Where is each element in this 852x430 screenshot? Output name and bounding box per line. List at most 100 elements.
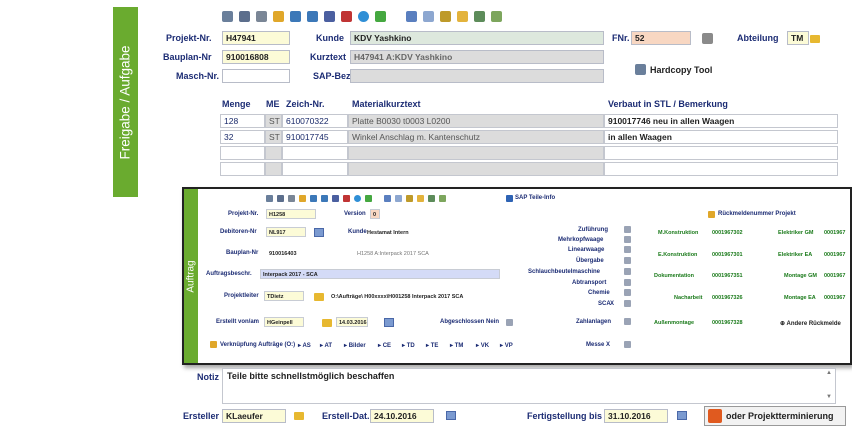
link-as[interactable]: ▸ AS [298,342,311,349]
pencil-icon[interactable] [299,195,306,202]
question-icon[interactable] [341,11,352,22]
fertigstellung-field[interactable]: 31.10.2016 [604,409,668,423]
elektriker-ea-value[interactable]: 0001967 [824,252,845,258]
calendar-icon[interactable] [446,411,456,420]
table-cell-menge[interactable]: 32 [220,130,265,144]
calendar-icon[interactable] [314,228,324,237]
folder-icon[interactable] [294,412,304,420]
link-icon[interactable] [210,341,217,348]
truck-icon[interactable] [290,11,301,22]
link-at[interactable]: ▸ AT [320,342,332,349]
debitoren-nr-field[interactable]: NL917 [266,227,306,237]
toggle-icon[interactable] [624,300,631,307]
link-bilder[interactable]: ▸ Bilder [344,342,366,349]
projekt-nr-field[interactable]: H47941 [222,31,290,45]
toggle-icon[interactable] [624,279,631,286]
truck-icon[interactable] [332,195,339,202]
question-icon[interactable] [343,195,350,202]
table-icon[interactable] [277,195,284,202]
document-icon[interactable] [384,195,391,202]
projektterminierung-button[interactable]: oder Projektterminierung [704,406,846,426]
export-icon[interactable] [439,195,446,202]
toggle-icon[interactable] [624,318,631,325]
table-cell-empty[interactable] [282,146,348,160]
table-cell-empty[interactable] [220,162,265,176]
kunde-field[interactable]: Hestamat Intern [364,227,494,237]
printer-icon[interactable] [635,64,646,75]
document-icon[interactable] [423,11,434,22]
version-field[interactable]: 0 [370,209,380,219]
globe-icon[interactable] [354,195,361,202]
table-cell-zeich-nr[interactable]: 910017745 [282,130,348,144]
toggle-icon[interactable] [624,341,631,348]
truck-icon[interactable] [310,195,317,202]
masch-nr-field[interactable] [222,69,290,83]
toggle-icon[interactable] [624,257,631,264]
calendar-icon[interactable] [677,411,687,420]
document-icon[interactable] [395,195,402,202]
link-tm[interactable]: ▸ TM [450,342,463,349]
messe-checked[interactable]: X [606,342,610,348]
sap-bez-field[interactable] [350,69,604,83]
montage-ea-value[interactable]: 0001967 [824,295,845,301]
list-icon[interactable] [256,11,267,22]
notiz-field[interactable]: Teile bitte schnellstmöglich beschaffen [222,368,836,404]
m-konstruktion-value[interactable]: 0001967302 [712,230,743,236]
copy-icon[interactable] [474,11,485,22]
elektriker-gm-value[interactable]: 0001967 [824,230,845,236]
globe-icon[interactable] [358,11,369,22]
toggle-icon[interactable] [624,246,631,253]
kunde-field[interactable]: KDV Yashkino [350,31,604,45]
erstellt-field[interactable]: HGeinpell [264,317,304,327]
folder-icon[interactable] [810,35,820,43]
hardcopy-tool-button[interactable]: Hardcopy Tool [650,65,712,75]
table-cell-verbaut[interactable]: 910017746 neu in allen Waagen [604,114,838,128]
arrow-icon[interactable] [375,11,386,22]
table-cell-empty[interactable] [282,162,348,176]
link-te[interactable]: ▸ TE [426,342,438,349]
sca-checked[interactable]: X [610,301,614,307]
pencil-icon[interactable] [273,11,284,22]
export-icon[interactable] [491,11,502,22]
sap-icon[interactable] [506,195,513,202]
link-vk[interactable]: ▸ VK [476,342,489,349]
calendar-icon[interactable] [384,318,394,327]
link-td[interactable]: ▸ TD [402,342,415,349]
table-cell-empty[interactable] [220,146,265,160]
toggle-icon[interactable] [506,319,513,326]
copy-icon[interactable] [428,195,435,202]
document-icon[interactable] [406,11,417,22]
erstell-dat-field[interactable]: 24.10.2016 [370,409,434,423]
truck-icon[interactable] [324,11,335,22]
montage-gm-value[interactable]: 0001967 [824,273,845,279]
printer-icon[interactable] [222,11,233,22]
fnr-field[interactable]: 52 [631,31,691,45]
projektleiter-field[interactable]: TDietz [264,291,304,301]
abteilung-field[interactable]: TM [787,31,809,45]
truck-icon[interactable] [321,195,328,202]
arrow-icon[interactable] [365,195,372,202]
table-icon[interactable] [239,11,250,22]
truck-icon[interactable] [307,11,318,22]
folder-icon[interactable] [322,319,332,327]
e-konstruktion-value[interactable]: 0001967301 [712,252,743,258]
toggle-icon[interactable] [624,289,631,296]
ersteller-field[interactable]: KLaeufer [222,409,286,423]
auftragsbeschr-field[interactable]: Interpack 2017 - SCA [260,269,500,279]
folder-icon[interactable] [457,11,468,22]
projekt-nr-field[interactable]: H1258 [266,209,316,219]
scroll-up-icon[interactable]: ▲ [826,370,832,376]
table-cell-zeich-nr[interactable]: 610070322 [282,114,348,128]
toggle-icon[interactable] [624,226,631,233]
table-cell-empty[interactable] [604,146,838,160]
grid-icon[interactable] [440,11,451,22]
bauplan-nr-field[interactable]: 910016403 [266,248,314,258]
list-icon[interactable] [288,195,295,202]
projekt-pfad[interactable]: O:\Aufträge\ H00xxxx\H001258 Interpack 2… [328,291,504,301]
sap-teile-info-button[interactable]: SAP Teile-Info [515,195,555,201]
folder-icon[interactable] [314,293,324,301]
link-vp[interactable]: ▸ VP [500,342,513,349]
table-cell-empty[interactable] [604,162,838,176]
delete-icon[interactable] [702,33,713,44]
scroll-down-icon[interactable]: ▼ [826,394,832,400]
